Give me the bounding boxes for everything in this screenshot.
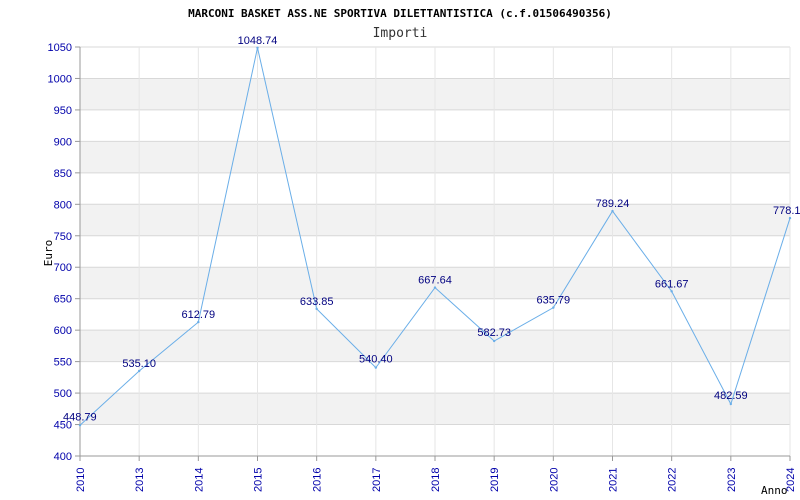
y-tick-label: 400: [54, 451, 72, 463]
y-tick-label: 850: [54, 168, 72, 180]
data-point: [256, 46, 259, 49]
data-point: [552, 306, 555, 309]
data-label: 448.79: [63, 411, 97, 423]
y-tick-label: 750: [54, 231, 72, 243]
x-tick-label: 2013: [134, 468, 146, 492]
data-label: 482.59: [714, 390, 748, 402]
x-tick-label: 2016: [312, 468, 324, 492]
data-point: [611, 209, 614, 213]
data-point: [670, 290, 673, 293]
data-label: 1048.74: [238, 35, 278, 47]
x-tick-label: 2010: [75, 468, 87, 492]
y-tick-label: 650: [54, 294, 72, 306]
y-tick-label: 900: [54, 136, 72, 148]
x-tick-label: 2021: [608, 468, 620, 492]
y-tick-label: 1050: [48, 42, 72, 54]
x-tick-label: 2023: [726, 468, 738, 492]
y-axis-title: Euro: [42, 240, 55, 267]
y-tick-label: 950: [54, 105, 72, 117]
x-tick-label: 2017: [371, 468, 383, 492]
data-label: 540.40: [359, 354, 393, 366]
data-point: [433, 286, 437, 289]
y-tick-label: 800: [54, 199, 72, 211]
data-label: 612.79: [182, 309, 216, 321]
data-point: [137, 369, 141, 373]
y-tick-label: 700: [54, 262, 72, 274]
data-label: 667.64: [418, 275, 452, 287]
data-point: [315, 307, 318, 311]
x-tick-label: 2022: [667, 468, 679, 492]
data-point: [374, 366, 378, 369]
chart-subtitle: Importi: [373, 26, 428, 41]
line-chart: 4004505005506006507007508008509009501000…: [42, 7, 800, 497]
y-tick-label: 500: [54, 388, 72, 400]
data-point: [492, 339, 496, 343]
data-label: 633.85: [300, 296, 334, 308]
chart-title: MARCONI BASKET ASS.NE SPORTIVA DILETTANT…: [188, 7, 612, 20]
data-label: 635.79: [537, 295, 571, 307]
x-tick-label: 2020: [548, 468, 560, 492]
data-point: [729, 402, 733, 406]
data-label: 789.24: [596, 198, 630, 210]
x-axis-title: Anno: [761, 484, 788, 497]
data-point: [197, 320, 200, 324]
y-tick-label: 1000: [48, 73, 72, 85]
data-label: 778.1: [773, 205, 800, 217]
data-point: [788, 216, 792, 220]
y-tick-label: 600: [54, 325, 72, 337]
x-tick-label: 2018: [430, 468, 442, 492]
x-tick-label: 2015: [253, 468, 265, 492]
data-label: 661.67: [655, 278, 689, 290]
x-tick-label: 2019: [489, 468, 501, 492]
data-label: 535.10: [122, 358, 156, 370]
data-point: [78, 424, 82, 427]
x-tick-label: 2014: [193, 468, 205, 492]
x-tick-labels: 2010 2013 2014 2015 2016 2017 2018 2019 2020 2021…: [75, 468, 797, 492]
data-label: 582.73: [477, 327, 511, 339]
y-tick-label: 550: [54, 357, 72, 369]
